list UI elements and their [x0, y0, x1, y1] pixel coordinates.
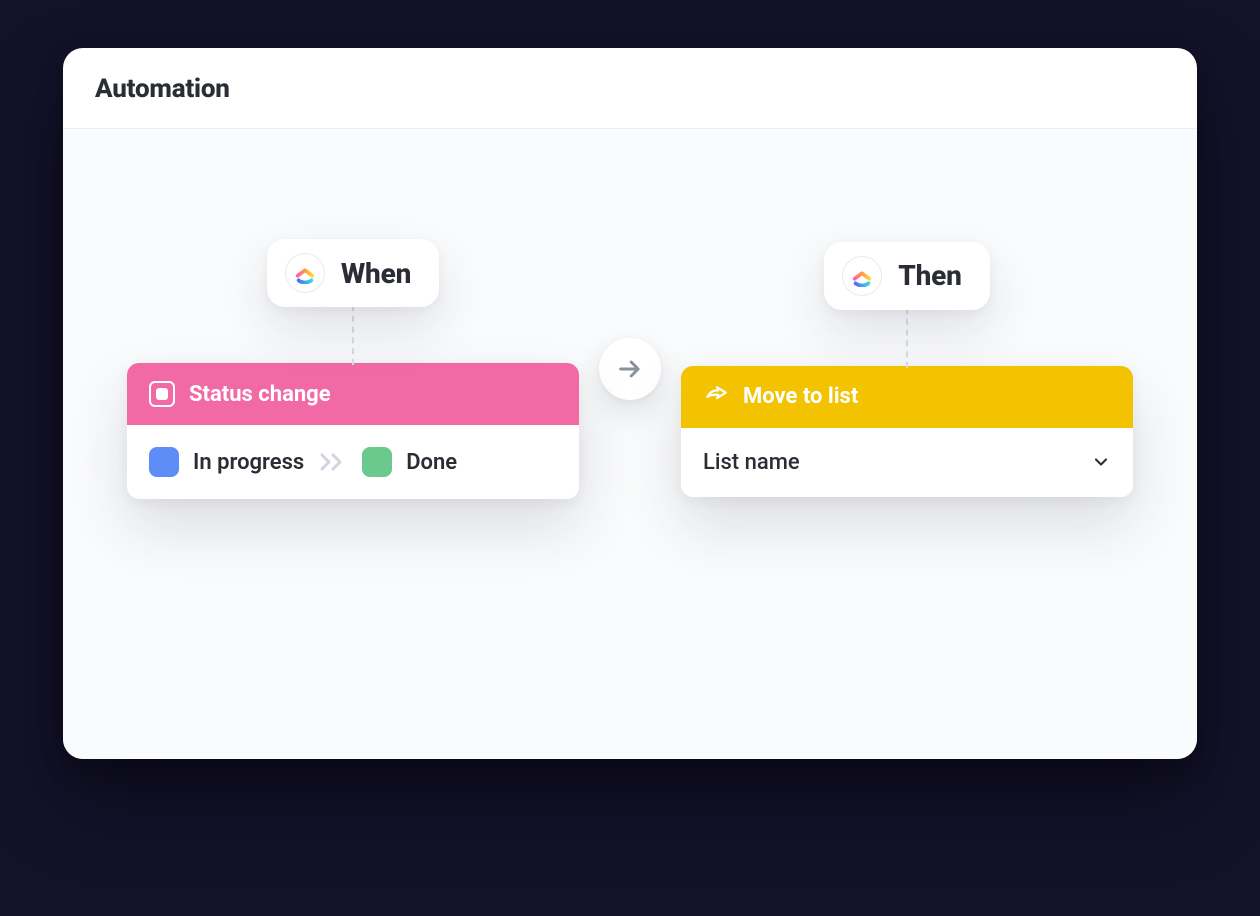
status-swatch-from [149, 447, 179, 477]
trigger-card-title: Status change [189, 382, 331, 407]
status-from-label: In progress [193, 450, 304, 475]
when-column: When Status change In progress [127, 239, 579, 499]
window-header: Automation [63, 48, 1197, 129]
list-select[interactable]: List name [681, 428, 1133, 497]
action-card[interactable]: Move to list List name [681, 366, 1133, 497]
when-pill-label: When [341, 257, 411, 290]
then-pill[interactable]: Then [824, 242, 989, 310]
automation-canvas: When Status change In progress [63, 129, 1197, 759]
then-connector [906, 308, 908, 368]
automation-window: Automation W [63, 48, 1197, 759]
then-pill-label: Then [898, 259, 961, 292]
when-pill[interactable]: When [267, 239, 439, 307]
action-card-title: Move to list [743, 384, 858, 409]
trigger-card[interactable]: Status change In progress Done [127, 363, 579, 499]
status-icon [149, 381, 175, 407]
trigger-card-body: In progress Done [127, 425, 579, 499]
flow-arrow-icon [599, 338, 661, 400]
page-title: Automation [95, 74, 1165, 104]
trigger-card-header: Status change [127, 363, 579, 425]
automation-flow: When Status change In progress [63, 239, 1197, 499]
status-transition-icon [318, 453, 348, 471]
action-card-header: Move to list [681, 366, 1133, 428]
clickup-logo-icon [285, 253, 325, 293]
when-connector [352, 305, 354, 365]
status-swatch-to [362, 447, 392, 477]
list-select-placeholder: List name [703, 450, 800, 475]
move-icon [703, 384, 729, 410]
clickup-logo-icon [842, 256, 882, 296]
status-to-label: Done [406, 450, 457, 475]
then-column: Then Move to list List name [681, 242, 1133, 497]
chevron-down-icon [1091, 452, 1111, 472]
